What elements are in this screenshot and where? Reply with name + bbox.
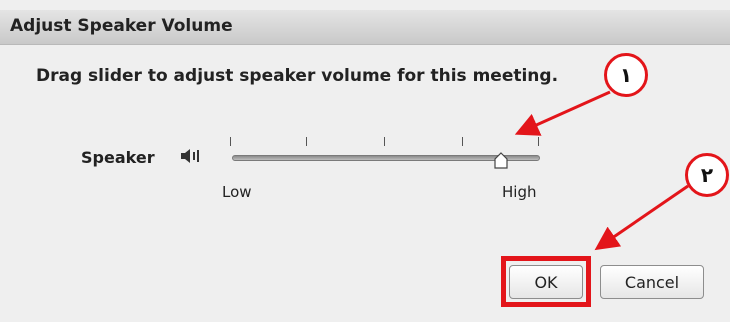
- slider-tick: [538, 137, 539, 146]
- adjust-speaker-volume-dialog: Adjust Speaker Volume Drag slider to adj…: [0, 0, 730, 322]
- slider-tick: [230, 137, 231, 146]
- ok-highlight-box: [501, 256, 591, 307]
- slider-ticks: [230, 137, 540, 149]
- speaker-icon: [181, 149, 199, 163]
- slider-tick: [306, 137, 307, 146]
- annotation-marker-1: ١: [604, 53, 648, 97]
- instruction-text: Drag slider to adjust speaker volume for…: [36, 66, 559, 86]
- volume-slider-thumb[interactable]: [494, 152, 508, 169]
- slider-tick: [384, 137, 385, 146]
- dialog-title: Adjust Speaker Volume: [10, 16, 233, 36]
- speaker-label: Speaker: [81, 148, 155, 167]
- slider-tick: [462, 137, 463, 146]
- arrow-to-slider: [514, 90, 611, 136]
- arrow-to-ok: [594, 184, 689, 251]
- dialog-titlebar: Adjust Speaker Volume: [0, 10, 730, 45]
- annotation-marker-2: ٢: [685, 153, 729, 197]
- slider-min-label: Low: [222, 183, 252, 201]
- cancel-button[interactable]: Cancel: [600, 265, 704, 299]
- slider-max-label: High: [502, 183, 537, 201]
